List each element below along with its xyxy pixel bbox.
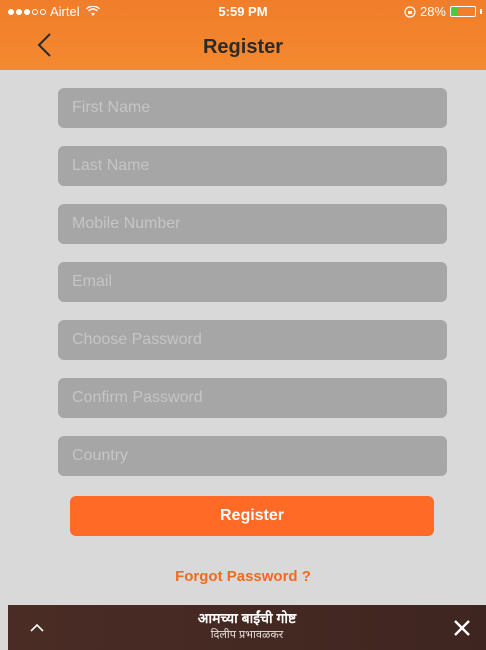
battery-tip <box>480 9 482 14</box>
audio-player-bar[interactable]: आमच्या बाईंची गोष्ट दिलीप प्रभावळकर <box>8 605 486 650</box>
confirm-password-field[interactable] <box>58 378 447 418</box>
choose-password-field[interactable] <box>58 320 447 360</box>
register-button[interactable]: Register <box>70 496 434 536</box>
mobile-number-field[interactable] <box>58 204 447 244</box>
first-name-field[interactable] <box>58 88 447 128</box>
player-subtitle: दिलीप प्रभावळकर <box>210 629 284 641</box>
close-icon[interactable] <box>452 618 472 638</box>
rotation-lock-icon <box>404 5 416 18</box>
battery-level <box>452 8 459 15</box>
register-form <box>58 88 447 494</box>
status-right: 28% <box>404 4 482 19</box>
forgot-password-link[interactable]: Forgot Password ? <box>0 568 486 585</box>
app-header: Airtel 5:59 PM 28% Register <box>0 0 486 70</box>
battery-icon <box>450 6 476 17</box>
email-field[interactable] <box>58 262 447 302</box>
battery-percent: 28% <box>419 4 446 19</box>
page-title: Register <box>202 36 284 58</box>
player-title: आमच्या बाईंची गोष्ट <box>197 610 297 626</box>
status-bar: Airtel 5:59 PM 28% <box>0 0 486 22</box>
country-field[interactable] <box>58 436 447 476</box>
last-name-field[interactable] <box>58 146 447 186</box>
